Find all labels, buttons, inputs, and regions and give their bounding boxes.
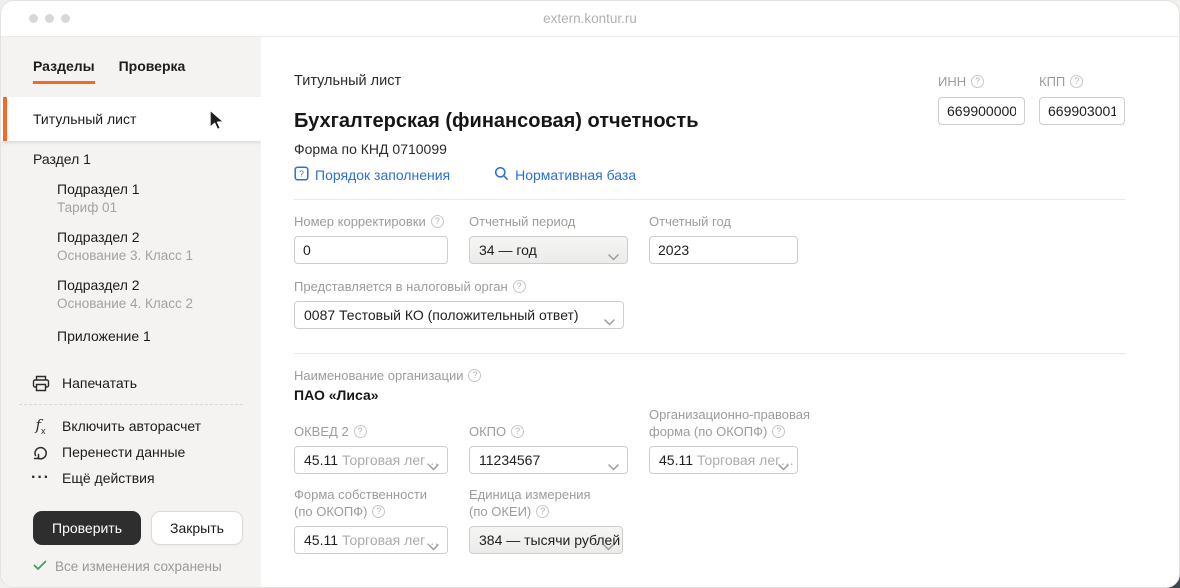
help-icon[interactable]: ? xyxy=(971,75,984,88)
browser-topbar: extern.kontur.ru xyxy=(1,1,1179,37)
divider xyxy=(294,199,1125,200)
chevron-down-icon xyxy=(608,458,619,474)
ellipsis-icon: ··· xyxy=(31,474,50,482)
divider xyxy=(294,353,1125,354)
transfer-icon xyxy=(31,444,50,461)
sidebar-tabs: Разделы Проверка xyxy=(1,37,261,84)
save-status: Все изменения сохранены xyxy=(33,559,261,574)
normative-base-link[interactable]: Нормативная база xyxy=(494,166,636,184)
browser-window: extern.kontur.ru Разделы Проверка Титуль… xyxy=(0,0,1180,588)
report-year-field: Отчетный год xyxy=(649,213,798,264)
check-icon xyxy=(33,559,47,574)
sidebar-item-title-page[interactable]: Титульный лист xyxy=(1,97,261,141)
fx-icon: fx xyxy=(31,416,50,436)
help-icon[interactable]: ? xyxy=(468,369,481,382)
inn-field: ИНН ? xyxy=(938,73,1025,125)
kpp-field: КПП ? xyxy=(1039,73,1125,125)
report-period-field: Отчетный период 34 — год xyxy=(469,213,628,264)
measure-unit-field: Единица измерения (по ОКЕИ) ? 384 — тыся… xyxy=(469,486,623,554)
ownership-form-field: Форма собственности (по ОКОПФ) ? 45.11 Т… xyxy=(294,486,448,554)
chevron-down-icon xyxy=(603,538,614,554)
check-button[interactable]: Проверить xyxy=(33,511,141,545)
sidebar-item-subsection-2a[interactable]: Подраздел 2 Основание 3. Класс 1 xyxy=(57,229,261,263)
search-icon xyxy=(494,166,509,184)
more-actions-button[interactable]: ··· Ещё действия xyxy=(31,469,261,487)
window-dot[interactable] xyxy=(61,14,70,23)
correction-number-input[interactable] xyxy=(294,236,448,264)
chevron-down-icon xyxy=(428,538,439,554)
form-code: Форма по КНД 0710099 xyxy=(294,141,1125,158)
printer-icon xyxy=(31,375,50,392)
tax-authority-select[interactable]: 0087 Тестовый КО (положительный ответ) xyxy=(294,301,624,329)
correction-number-field: Номер корректировки ? xyxy=(294,213,448,264)
help-icon[interactable]: ? xyxy=(772,425,785,438)
org-name-label: Наименование организации ? xyxy=(294,367,1125,384)
window-dot[interactable] xyxy=(45,14,54,23)
sidebar-item-label: Титульный лист xyxy=(33,111,136,127)
manual-icon: ? xyxy=(294,166,309,184)
kpp-input[interactable] xyxy=(1039,97,1125,125)
help-icon[interactable]: ? xyxy=(354,425,367,438)
address-bar: extern.kontur.ru xyxy=(1,11,1179,26)
tab-sections[interactable]: Разделы xyxy=(33,58,95,84)
measure-unit-select[interactable]: 384 — тысячи рублей xyxy=(469,526,623,554)
main-panel: Титульный лист ИНН ? КПП ? Б xyxy=(261,37,1179,588)
inn-kpp-block: ИНН ? КПП ? xyxy=(938,73,1125,125)
sidebar-divider xyxy=(19,404,243,405)
okved-field: ОКВЕД 2 ? 45.11 Торговая лег… xyxy=(294,423,448,474)
chevron-down-icon xyxy=(608,248,619,264)
sidebar-item-appendix-1[interactable]: Приложение 1 xyxy=(57,328,261,344)
chevron-down-icon xyxy=(778,458,789,474)
chevron-down-icon xyxy=(604,313,615,329)
okpo-select[interactable]: 11234567 xyxy=(469,446,628,474)
close-button[interactable]: Закрыть xyxy=(151,511,243,545)
window-dot[interactable] xyxy=(29,14,38,23)
chevron-down-icon xyxy=(428,458,439,474)
help-icon[interactable]: ? xyxy=(511,425,524,438)
sidebar-item-subsection-2b[interactable]: Подраздел 2 Основание 4. Класс 2 xyxy=(57,277,261,311)
org-name-value: ПАО «Лиса» xyxy=(294,387,1125,404)
help-icon[interactable]: ? xyxy=(536,505,549,518)
okved-select[interactable]: 45.11 Торговая лег… xyxy=(294,446,448,474)
print-button[interactable]: Напечатать xyxy=(31,374,261,392)
window-controls xyxy=(29,14,70,23)
sidebar-item-subsection-1[interactable]: Подраздел 1 Тариф 01 xyxy=(57,181,261,215)
ownership-form-select[interactable]: 45.11 Торговая лег… xyxy=(294,526,448,554)
inn-input[interactable] xyxy=(938,97,1025,125)
help-icon[interactable]: ? xyxy=(431,215,444,228)
okopf-form-select[interactable]: 45.11 Торговая лег… xyxy=(649,446,798,474)
okpo-field: ОКПО ? 11234567 xyxy=(469,423,628,474)
report-period-select[interactable]: 34 — год xyxy=(469,236,628,264)
help-icon[interactable]: ? xyxy=(372,505,385,518)
help-icon[interactable]: ? xyxy=(1070,75,1083,88)
tab-check[interactable]: Проверка xyxy=(119,58,186,84)
sidebar-item-section-1[interactable]: Раздел 1 xyxy=(33,151,261,167)
transfer-data-button[interactable]: Перенести данные xyxy=(31,443,261,461)
filling-guide-link[interactable]: ? Порядок заполнения xyxy=(294,166,450,184)
sidebar: Разделы Проверка Титульный лист Раздел 1… xyxy=(1,37,261,588)
autocalc-button[interactable]: fx Включить авторасчет xyxy=(31,417,261,435)
report-year-input[interactable] xyxy=(649,236,798,264)
tax-authority-field: Представляется в налоговый орган ? 0087 … xyxy=(294,278,624,329)
okopf-form-field: Организационно-правовая форма (по ОКОПФ)… xyxy=(649,406,810,474)
help-icon[interactable]: ? xyxy=(513,280,526,293)
svg-text:?: ? xyxy=(299,169,304,179)
